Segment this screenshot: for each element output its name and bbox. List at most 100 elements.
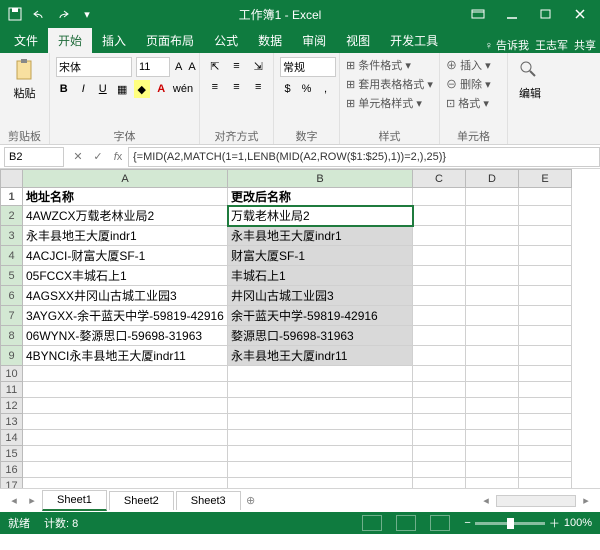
- view-normal-button[interactable]: [362, 515, 382, 531]
- tab-data[interactable]: 数据: [248, 28, 292, 53]
- hscroll-track[interactable]: [496, 495, 576, 507]
- align-top-button[interactable]: ⇱: [206, 57, 224, 75]
- tell-me-input[interactable]: ♀ 告诉我: [485, 37, 529, 53]
- cell[interactable]: [519, 430, 572, 446]
- cell[interactable]: [228, 382, 413, 398]
- cell[interactable]: [466, 246, 519, 266]
- insert-cells-button[interactable]: ⊕ 插入 ▾: [446, 57, 501, 73]
- cell[interactable]: [413, 414, 466, 430]
- cell[interactable]: [519, 478, 572, 489]
- delete-cells-button[interactable]: ⊖ 删除 ▾: [446, 76, 501, 92]
- font-name-select[interactable]: [56, 57, 132, 77]
- cell[interactable]: [228, 366, 413, 382]
- cell[interactable]: [466, 206, 519, 226]
- view-pagebreak-button[interactable]: [430, 515, 450, 531]
- cell[interactable]: [519, 246, 572, 266]
- row-header[interactable]: 15: [1, 446, 23, 462]
- share-button[interactable]: 共享: [574, 37, 596, 53]
- close-button[interactable]: [564, 2, 596, 26]
- align-left-button[interactable]: ≡: [206, 78, 224, 96]
- cell[interactable]: [228, 430, 413, 446]
- cell[interactable]: [413, 286, 466, 306]
- cell[interactable]: [23, 462, 228, 478]
- cell[interactable]: [413, 398, 466, 414]
- cell[interactable]: [413, 246, 466, 266]
- comma-button[interactable]: ,: [318, 80, 333, 98]
- zoom-slider[interactable]: [475, 522, 545, 525]
- cell[interactable]: [466, 306, 519, 326]
- row-header[interactable]: 9: [1, 346, 23, 366]
- align-right-button[interactable]: ≡: [249, 78, 267, 96]
- cell[interactable]: [519, 398, 572, 414]
- cell[interactable]: [23, 382, 228, 398]
- sheet-nav-prev[interactable]: ◂: [6, 493, 22, 509]
- cell[interactable]: [466, 286, 519, 306]
- cell[interactable]: 永丰县地王大厦indr1: [23, 226, 228, 246]
- row-header[interactable]: 12: [1, 398, 23, 414]
- cell[interactable]: [519, 326, 572, 346]
- cell[interactable]: [413, 226, 466, 246]
- row-header[interactable]: 13: [1, 414, 23, 430]
- cell[interactable]: [466, 346, 519, 366]
- tab-layout[interactable]: 页面布局: [136, 28, 204, 53]
- editing-button[interactable]: 编辑: [514, 57, 546, 103]
- percent-button[interactable]: %: [299, 80, 314, 98]
- row-header[interactable]: 7: [1, 306, 23, 326]
- hscroll-left[interactable]: ◂: [478, 493, 494, 509]
- cell[interactable]: [413, 382, 466, 398]
- col-header-C[interactable]: C: [413, 170, 466, 188]
- zoom-in-button[interactable]: ＋: [549, 515, 560, 531]
- redo-button[interactable]: [52, 3, 74, 25]
- cell[interactable]: [466, 326, 519, 346]
- cell[interactable]: [413, 446, 466, 462]
- name-box[interactable]: B2: [4, 147, 64, 167]
- cell[interactable]: 4ACJCI-财富大厦SF-1: [23, 246, 228, 266]
- maximize-button[interactable]: [530, 2, 562, 26]
- cell[interactable]: [23, 446, 228, 462]
- align-bottom-button[interactable]: ⇲: [249, 57, 267, 75]
- currency-button[interactable]: $: [280, 80, 295, 98]
- cell[interactable]: [413, 346, 466, 366]
- cell[interactable]: 地址名称: [23, 188, 228, 206]
- shrink-font-button[interactable]: A: [187, 58, 196, 76]
- cell[interactable]: 4AGSXX井冈山古城工业园3: [23, 286, 228, 306]
- row-header[interactable]: 10: [1, 366, 23, 382]
- cell[interactable]: 婺源思口-59698-31963: [228, 326, 413, 346]
- font-color-button[interactable]: A: [154, 80, 170, 98]
- cell[interactable]: 丰城石上1: [228, 266, 413, 286]
- cell[interactable]: 更改后名称: [228, 188, 413, 206]
- cell[interactable]: [228, 414, 413, 430]
- minimize-button[interactable]: [496, 2, 528, 26]
- cell[interactable]: [466, 430, 519, 446]
- cell[interactable]: [519, 306, 572, 326]
- cell[interactable]: 永丰县地王大厦indr11: [228, 346, 413, 366]
- sheet-tab-2[interactable]: Sheet2: [109, 491, 174, 510]
- col-header-D[interactable]: D: [466, 170, 519, 188]
- sheet-nav-next[interactable]: ▸: [24, 493, 40, 509]
- tab-formula[interactable]: 公式: [204, 28, 248, 53]
- cell[interactable]: [413, 206, 466, 226]
- row-header[interactable]: 14: [1, 430, 23, 446]
- cell[interactable]: [413, 326, 466, 346]
- cell[interactable]: 财富大厦SF-1: [228, 246, 413, 266]
- tab-view[interactable]: 视图: [336, 28, 380, 53]
- sheet-tab-3[interactable]: Sheet3: [176, 491, 241, 510]
- cell[interactable]: [413, 266, 466, 286]
- cell[interactable]: [466, 478, 519, 489]
- row-header[interactable]: 5: [1, 266, 23, 286]
- cell[interactable]: [23, 430, 228, 446]
- row-header[interactable]: 3: [1, 226, 23, 246]
- insert-function-button[interactable]: fx: [108, 147, 128, 167]
- cell[interactable]: 永丰县地王大厦indr1: [228, 226, 413, 246]
- col-header-E[interactable]: E: [519, 170, 572, 188]
- tab-review[interactable]: 审阅: [292, 28, 336, 53]
- row-header[interactable]: 4: [1, 246, 23, 266]
- cell[interactable]: 4AWZCX万载老林业局2: [23, 206, 228, 226]
- grow-font-button[interactable]: A: [174, 58, 183, 76]
- formula-bar[interactable]: {=MID(A2,MATCH(1=1,LENB(MID(A2,ROW($1:$2…: [128, 147, 600, 167]
- new-sheet-button[interactable]: ⊕: [243, 493, 259, 509]
- cell[interactable]: [519, 366, 572, 382]
- user-name[interactable]: 王志军: [535, 37, 568, 53]
- col-header-B[interactable]: B: [228, 170, 413, 188]
- ribbon-options-button[interactable]: [462, 2, 494, 26]
